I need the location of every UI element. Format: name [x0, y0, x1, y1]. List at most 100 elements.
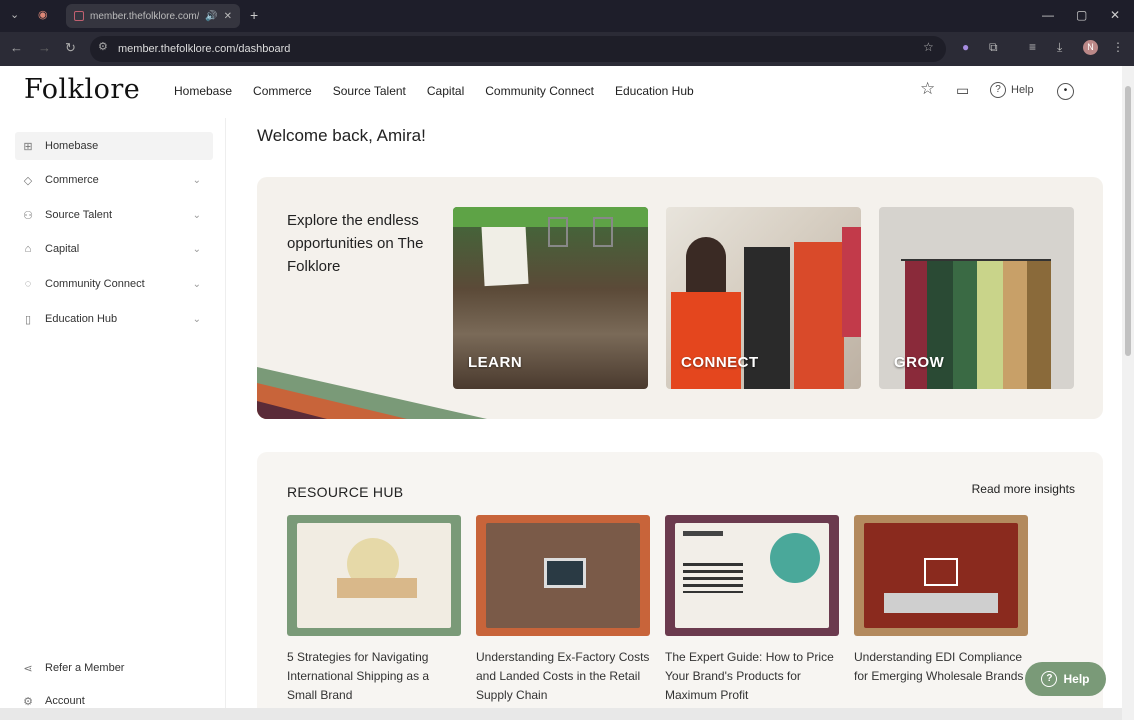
horizontal-scrollbar[interactable]	[0, 708, 1122, 720]
chevron-down-icon[interactable]: ⌄	[193, 175, 201, 186]
nav-homebase[interactable]: Homebase	[174, 84, 232, 98]
person-silhouette	[686, 237, 726, 297]
pink-pattern	[842, 227, 861, 337]
resource-card[interactable]: Understanding Ex-Factory Costs and Lande…	[476, 515, 650, 705]
connect-caption: CONNECT	[681, 354, 759, 371]
tab-title: member.thefolklore.com/d	[90, 10, 200, 22]
sidebar-item-capital[interactable]: ⌂ Capital ⌄	[15, 235, 213, 263]
red-dress	[794, 242, 844, 389]
question-icon: ?	[1041, 671, 1058, 687]
learn-card[interactable]: LEARN	[453, 207, 648, 389]
resource-title: The Expert Guide: How to Price Your Bran…	[665, 650, 834, 702]
showroom-sign	[481, 223, 529, 287]
banner-text: Explore the endless opportunities on The…	[287, 212, 424, 275]
main-content: Welcome back, Amira! Explore the endless…	[227, 118, 1122, 720]
help-button-label: Help	[1063, 672, 1090, 686]
sidebar-item-label: Homebase	[45, 140, 99, 152]
sidebar: ⊞ Homebase ◇ Commerce ⌄ ⚇ Source Talent …	[0, 118, 226, 720]
site-settings-icon[interactable]: ⚙	[98, 40, 108, 53]
extension-icon[interactable]: ●	[962, 40, 969, 54]
media-icon[interactable]: ≡	[1029, 40, 1036, 54]
connect-card[interactable]: CONNECT	[666, 207, 861, 389]
chevron-down-icon[interactable]: ⌄	[193, 210, 201, 221]
resource-title: Understanding Ex-Factory Costs and Lande…	[476, 650, 650, 702]
resource-hub: RESOURCE HUB Read more insights 5 Strate…	[257, 452, 1103, 720]
url-field[interactable]: member.thefolklore.com/dashboard	[90, 36, 946, 62]
garment	[1003, 261, 1027, 389]
nav-capital[interactable]: Capital	[427, 84, 464, 98]
garment	[1027, 261, 1051, 389]
vertical-scrollbar[interactable]	[1122, 66, 1134, 720]
new-tab-icon[interactable]: +	[250, 7, 258, 23]
grid-icon: ⊞	[23, 140, 33, 153]
sidebar-item-community-connect[interactable]: ◌ Community Connect ⌄	[15, 270, 213, 298]
profile-avatar[interactable]: N	[1083, 40, 1098, 55]
bank-icon: ⌂	[24, 243, 32, 255]
garment	[977, 261, 1003, 389]
resource-thumbnail	[854, 515, 1028, 636]
window	[548, 217, 568, 247]
minimize-icon[interactable]: —	[1042, 8, 1054, 22]
read-more-link[interactable]: Read more insights	[972, 482, 1075, 496]
nav-source-talent[interactable]: Source Talent	[333, 84, 406, 98]
settings-icon: ⚙	[23, 695, 33, 708]
favicon-icon	[74, 11, 84, 21]
close-window-icon[interactable]: ✕	[1110, 8, 1120, 22]
menu-kebab-icon[interactable]: ⋮	[1112, 40, 1124, 54]
speaker-icon[interactable]: 🔊	[205, 11, 217, 22]
sidebar-item-label: Source Talent	[45, 209, 113, 221]
reload-icon[interactable]: ↻	[65, 40, 76, 56]
browser-tab[interactable]: member.thefolklore.com/d 🔊 ✕	[66, 4, 240, 28]
chevron-down-icon[interactable]: ⌄	[193, 244, 201, 255]
bookmark-star-icon[interactable]: ☆	[923, 40, 934, 54]
puzzle-icon[interactable]: ⧉	[989, 40, 998, 55]
download-icon[interactable]: ⤓	[1057, 40, 1062, 55]
window	[593, 217, 613, 247]
resource-title: 5 Strategies for Navigating Internationa…	[287, 650, 430, 702]
nav-education-hub[interactable]: Education Hub	[615, 84, 694, 98]
chevron-down-icon[interactable]: ⌄	[193, 279, 201, 290]
chat-icon: ◌	[24, 278, 32, 290]
welcome-heading: Welcome back, Amira!	[257, 126, 426, 145]
record-icon[interactable]: ◉	[38, 8, 48, 21]
scroll-thumb[interactable]	[1125, 86, 1131, 356]
sidebar-item-label: Account	[45, 695, 85, 707]
tag-icon: ◇	[23, 174, 33, 187]
sidebar-item-label: Capital	[45, 243, 80, 255]
help-chat-button[interactable]: ? Help	[1025, 662, 1106, 696]
forward-icon[interactable]: →	[38, 40, 51, 55]
sidebar-item-source-talent[interactable]: ⚇ Source Talent ⌄	[15, 201, 213, 229]
resource-card[interactable]: Understanding EDI Compliance for Emergin…	[854, 515, 1028, 686]
logo[interactable]: Folklore	[24, 74, 140, 105]
sidebar-refer-member[interactable]: ⋖ Refer a Member	[15, 654, 213, 682]
people-icon: ⚇	[23, 209, 33, 222]
resource-card[interactable]: 5 Strategies for Navigating Internationa…	[287, 515, 461, 705]
sidebar-item-label: Refer a Member	[45, 662, 125, 674]
maximize-icon[interactable]: ▢	[1076, 8, 1087, 22]
resource-thumbnail	[665, 515, 839, 636]
nav-community-connect[interactable]: Community Connect	[485, 84, 594, 98]
messages-icon[interactable]: ▭	[956, 82, 969, 99]
resource-title: Understanding EDI Compliance for Emergin…	[854, 650, 1024, 683]
share-icon: ⋖	[23, 662, 33, 675]
sidebar-item-label: Education Hub	[45, 313, 118, 325]
sidebar-item-commerce[interactable]: ◇ Commerce ⌄	[15, 166, 213, 194]
favorite-star-icon[interactable]: ☆	[920, 79, 935, 99]
grow-card[interactable]: GROW	[879, 207, 1074, 389]
book-icon: ▯	[24, 313, 32, 326]
sidebar-item-education-hub[interactable]: ▯ Education Hub ⌄	[15, 305, 213, 333]
resource-card[interactable]: The Expert Guide: How to Price Your Bran…	[665, 515, 839, 705]
sidebar-item-homebase[interactable]: ⊞ Homebase	[15, 132, 213, 160]
back-icon[interactable]: ←	[10, 40, 23, 55]
help-link[interactable]: ? Help	[990, 82, 1034, 98]
chevron-down-icon[interactable]: ⌄	[193, 314, 201, 325]
question-icon: ?	[990, 82, 1006, 98]
app-header: Folklore Homebase Commerce Source Talent…	[0, 66, 1122, 118]
nav-commerce[interactable]: Commerce	[253, 84, 312, 98]
tab-close-icon[interactable]: ✕	[224, 11, 232, 22]
tab-list-icon[interactable]: ⌄	[10, 8, 19, 21]
browser-tab-bar: ⌄ ◉ member.thefolklore.com/d 🔊 ✕ + — ▢ ✕	[0, 0, 1134, 32]
user-profile-icon[interactable]: •	[1057, 83, 1074, 100]
garment	[953, 261, 977, 389]
resource-thumbnail	[287, 515, 461, 636]
